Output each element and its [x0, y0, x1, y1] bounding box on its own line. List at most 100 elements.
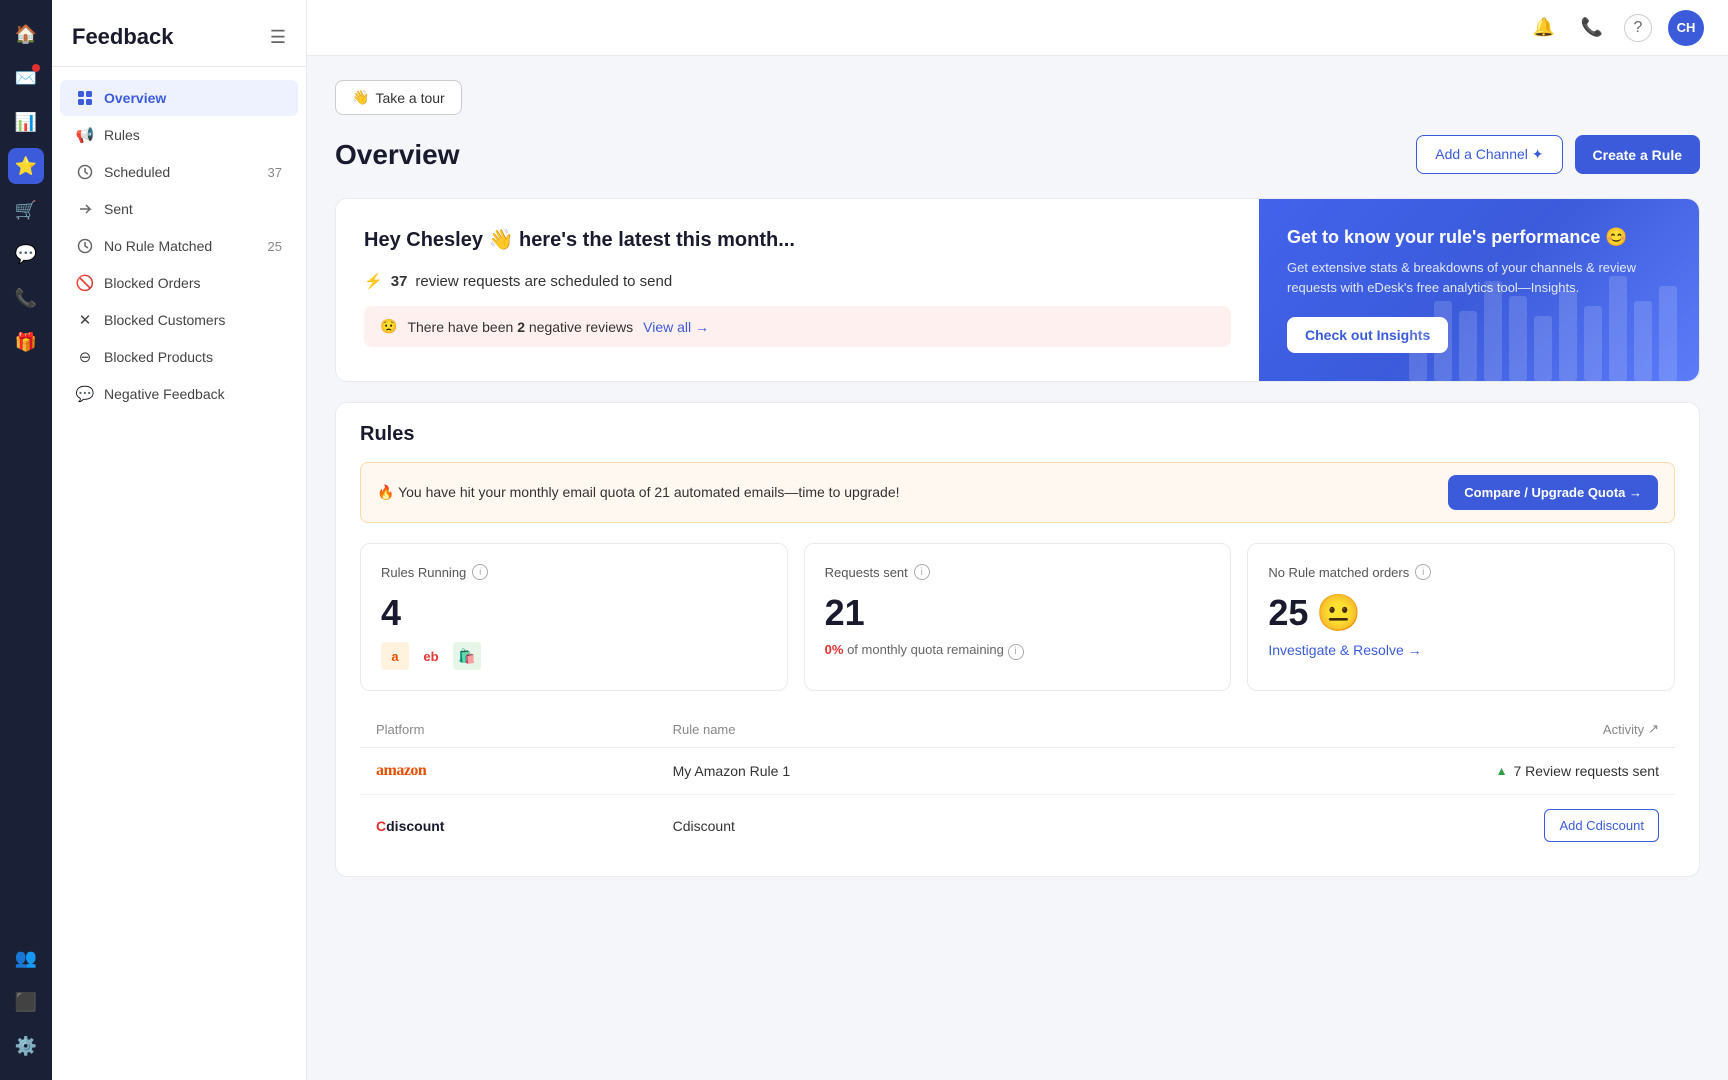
rules-section-title: Rules — [360, 423, 414, 445]
sidebar-item-rules[interactable]: 📢 Rules — [60, 117, 298, 153]
no-rule-matched-info-icon[interactable]: i — [1415, 564, 1431, 580]
no-rule-matched-value: 25 😐 — [1268, 592, 1654, 634]
negative-emoji: 😟 — [380, 318, 397, 335]
nav-home-icon[interactable]: 🏠 — [8, 16, 44, 52]
mail-badge — [32, 64, 40, 72]
table-row: Cdiscount Cdiscount Add Cdiscount — [360, 795, 1675, 857]
hey-title: Hey Chesley 👋 here's the latest this mon… — [364, 227, 1231, 252]
sidebar-item-overview[interactable]: Overview — [60, 80, 298, 116]
shopify-icon: 🛍️ — [453, 642, 481, 670]
ebay-icon: eb — [417, 642, 445, 670]
amazon-logo: amazon — [376, 762, 426, 779]
insights-card: Get to know your rule's performance 😊 Ge… — [1259, 199, 1699, 381]
view-all-link[interactable]: View all → — [643, 319, 709, 335]
scheduled-count: 37 — [391, 273, 408, 290]
hey-card: Hey Chesley 👋 here's the latest this mon… — [335, 198, 1700, 382]
nav-cart-icon[interactable]: 🛒 — [8, 192, 44, 228]
sidebar-item-no-rule-matched[interactable]: No Rule Matched 25 — [60, 228, 298, 264]
sidebar-item-negative-feedback-label: Negative Feedback — [104, 386, 282, 402]
sidebar-item-scheduled-count: 37 — [268, 165, 282, 180]
content-area: 👋 Take a tour Overview Add a Channel ✦ C… — [307, 56, 1728, 1080]
avatar[interactable]: CH — [1668, 10, 1704, 46]
tour-label: Take a tour — [375, 90, 444, 106]
sidebar-item-blocked-customers[interactable]: ✕ Blocked Customers — [60, 302, 298, 338]
sidebar-item-rules-label: Rules — [104, 127, 282, 143]
cdiscount-rule-name-cell: Cdiscount — [657, 795, 1098, 857]
sidebar-item-blocked-products-label: Blocked Products — [104, 349, 282, 365]
sidebar-item-blocked-customers-label: Blocked Customers — [104, 312, 282, 328]
negative-alert: 😟 There have been 2 negative reviews Vie… — [364, 306, 1231, 347]
sidebar: Feedback ☰ Overview 📢 Rules — [52, 0, 307, 1080]
page-title: Overview — [335, 139, 460, 171]
requests-sent-title: Requests sent i — [825, 564, 1211, 580]
scheduled-emoji: ⚡ — [364, 272, 383, 290]
rules-running-title: Rules Running i — [381, 564, 767, 580]
nav-settings-icon[interactable]: ⚙️ — [8, 1028, 44, 1064]
icon-nav: 🏠 ✉️ 📊 ⭐ 🛒 💬 📞 🎁 👥 ⬛ ⚙️ — [0, 0, 52, 1080]
sidebar-item-scheduled-label: Scheduled — [104, 164, 258, 180]
nav-gift-icon[interactable]: 🎁 — [8, 324, 44, 360]
scheduled-icon — [76, 163, 94, 181]
rules-card-inner: Rules 🔥 You have hit your monthly email … — [336, 403, 1699, 876]
activity-up-icon: ▲ — [1496, 764, 1508, 778]
insights-chart-decoration — [1399, 261, 1699, 381]
rules-running-value: 4 — [381, 592, 767, 634]
stats-grid: Rules Running i 4 a eb 🛍️ — [360, 543, 1675, 691]
nav-chat-icon[interactable]: 💬 — [8, 236, 44, 272]
platform-header: Platform — [360, 711, 657, 748]
sidebar-header: Feedback ☰ — [52, 0, 306, 67]
activity-header: Activity ↗ — [1098, 711, 1675, 748]
sidebar-item-scheduled[interactable]: Scheduled 37 — [60, 154, 298, 190]
nav-apps-icon[interactable]: ⬛ — [8, 984, 44, 1020]
sidebar-menu-icon[interactable]: ☰ — [270, 27, 286, 48]
notification-icon[interactable]: 🔔 — [1528, 12, 1560, 44]
nav-star-icon[interactable]: ⭐ — [8, 148, 44, 184]
header-actions: Add a Channel ✦ Create a Rule — [1416, 135, 1700, 174]
no-rule-matched-icon — [76, 237, 94, 255]
negative-text: There have been 2 negative reviews — [407, 319, 633, 335]
nav-mail-icon[interactable]: ✉️ — [8, 60, 44, 96]
nav-users-icon[interactable]: 👥 — [8, 940, 44, 976]
phone-icon[interactable]: 📞 — [1576, 12, 1608, 44]
sent-icon — [76, 200, 94, 218]
nav-chart-icon[interactable]: 📊 — [8, 104, 44, 140]
page-header: Overview Add a Channel ✦ Create a Rule — [335, 135, 1700, 174]
overview-icon — [76, 89, 94, 107]
help-icon[interactable]: ? — [1624, 14, 1652, 42]
sidebar-item-sent[interactable]: Sent — [60, 191, 298, 227]
cdiscount-platform-cell: Cdiscount — [360, 795, 657, 857]
sidebar-title: Feedback — [72, 24, 174, 50]
sidebar-item-blocked-products[interactable]: ⊖ Blocked Products — [60, 339, 298, 375]
requests-sent-value: 21 — [825, 592, 1211, 634]
sidebar-item-negative-feedback[interactable]: 💬 Negative Feedback — [60, 376, 298, 412]
requests-sent-info-icon[interactable]: i — [914, 564, 930, 580]
amazon-icon: a — [381, 642, 409, 670]
upgrade-quota-button[interactable]: Compare / Upgrade Quota → — [1448, 475, 1658, 510]
activity-text: 7 Review requests sent — [1513, 763, 1659, 779]
zero-percent: 0% — [825, 642, 844, 657]
blocked-orders-icon: 🚫 — [76, 274, 94, 292]
sidebar-item-overview-label: Overview — [104, 90, 282, 106]
add-channel-button[interactable]: Add a Channel ✦ — [1416, 135, 1562, 174]
add-cdiscount-button[interactable]: Add Cdiscount — [1544, 809, 1659, 842]
rules-table: Platform Rule name Activity ↗ — [360, 711, 1675, 856]
scheduled-stat-row: ⚡ 37 review requests are scheduled to se… — [364, 272, 1231, 290]
blocked-products-icon: ⊖ — [76, 348, 94, 366]
requests-sent-sub: 0% of monthly quota remaining i — [825, 642, 1211, 660]
nav-phone-icon[interactable]: 📞 — [8, 280, 44, 316]
platform-icons: a eb 🛍️ — [381, 642, 767, 670]
investigate-resolve-link[interactable]: Investigate & Resolve → — [1268, 642, 1654, 658]
cdiscount-action-cell: Add Cdiscount — [1098, 795, 1675, 857]
sidebar-item-sent-label: Sent — [104, 201, 282, 217]
main-area: 🔔 📞 ? CH 👋 Take a tour Overview Add a Ch… — [307, 0, 1728, 1080]
create-rule-button[interactable]: Create a Rule — [1575, 135, 1700, 174]
quota-remaining-info-icon[interactable]: i — [1008, 644, 1024, 660]
requests-sent-stat: Requests sent i 21 0% of monthly quota r… — [804, 543, 1232, 691]
sidebar-item-blocked-orders[interactable]: 🚫 Blocked Orders — [60, 265, 298, 301]
sidebar-item-blocked-orders-label: Blocked Orders — [104, 275, 282, 291]
table-header-row: Platform Rule name Activity ↗ — [360, 711, 1675, 748]
tour-button[interactable]: 👋 Take a tour — [335, 80, 462, 115]
rules-running-info-icon[interactable]: i — [472, 564, 488, 580]
sidebar-nav: Overview 📢 Rules Scheduled 37 — [52, 67, 306, 425]
scheduled-text: review requests are scheduled to send — [415, 273, 672, 290]
